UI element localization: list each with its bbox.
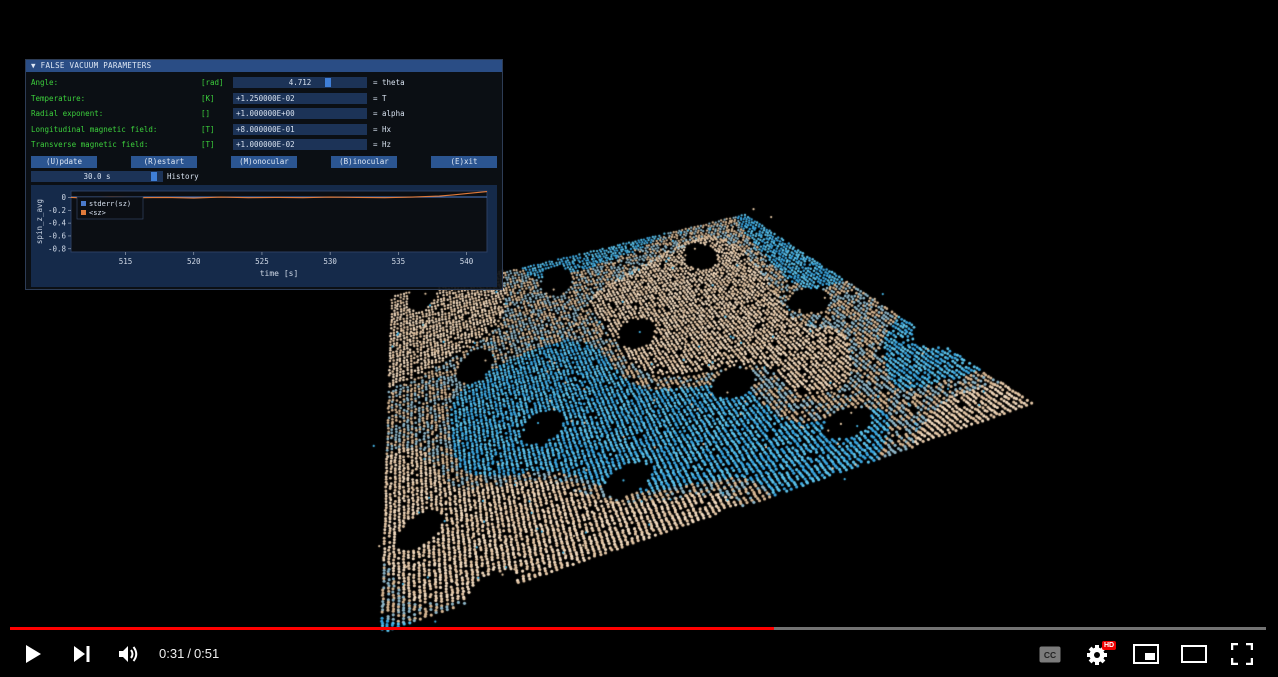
video-time: 0:31/0:51 <box>159 645 219 663</box>
theater-icon <box>1181 645 1207 663</box>
settings-button[interactable]: HD <box>1083 640 1117 668</box>
update-button[interactable]: (U)pdate <box>31 156 97 168</box>
param-unit: [K] <box>201 94 215 103</box>
y-tick-label: -0.2 <box>48 206 66 215</box>
x-tick-label: 515 <box>119 257 133 266</box>
param-row-longitudinal-field: Longitudinal magnetic field: [T] +8.0000… <box>31 124 499 135</box>
video-progress-played <box>10 627 774 630</box>
param-name: = theta <box>373 78 405 87</box>
plot-svg: 0 -0.2 -0.4 -0.6 -0.8 515 520 525 530 535 540 time … <box>35 190 488 278</box>
legend-entry: stderr(sz) <box>89 200 131 208</box>
hd-badge: HD <box>1102 641 1117 650</box>
angle-slider[interactable]: 4.712 <box>233 77 367 88</box>
x-tick-label: 530 <box>323 257 337 266</box>
x-tick-label: 520 <box>187 257 201 266</box>
slider-grab[interactable] <box>325 78 332 87</box>
next-button[interactable] <box>67 640 97 668</box>
miniplayer-button[interactable] <box>1131 640 1161 668</box>
param-label: Transverse magnetic field: <box>31 140 149 149</box>
param-row-temperature: Temperature: [K] +1.250000E-02 = T <box>31 93 499 104</box>
x-axis-label: time [s] <box>260 269 299 278</box>
param-name: = Hz <box>373 140 392 149</box>
param-label: Radial exponent: <box>31 109 104 118</box>
time-separator: / <box>187 646 191 661</box>
false-vacuum-parameters-panel: ▼ FALSE VACUUM PARAMETERS Angle: [rad] 4… <box>25 59 503 290</box>
param-label: Longitudinal magnetic field: <box>31 125 158 134</box>
slider-grab[interactable] <box>150 172 157 181</box>
action-buttons: (U)pdate (R)estart (M)onocular (B)inocul… <box>31 156 499 168</box>
video-progress-bar[interactable] <box>10 627 1266 630</box>
y-tick-label: -0.4 <box>48 219 67 228</box>
miniplayer-icon <box>1133 644 1159 664</box>
fullscreen-icon <box>1231 643 1253 665</box>
angle-value: 4.712 <box>288 78 312 87</box>
param-row-radial-exponent: Radial exponent: [] +1.000000E+00 = alph… <box>31 108 499 119</box>
exit-button[interactable]: (E)xit <box>431 156 497 168</box>
theater-mode-button[interactable] <box>1179 640 1209 668</box>
y-tick-label: -0.6 <box>48 231 67 240</box>
longitudinal-field-input[interactable]: +8.000000E-01 <box>233 124 367 135</box>
next-icon <box>74 646 90 662</box>
transverse-field-input[interactable]: +1.000000E-02 <box>233 139 367 150</box>
history-slider[interactable]: 30.0 s <box>31 171 163 182</box>
spin-average-plot: 0 -0.2 -0.4 -0.6 -0.8 515 520 525 530 535 540 time … <box>31 185 497 287</box>
temperature-input[interactable]: +1.250000E-02 <box>233 93 367 104</box>
monocular-button[interactable]: (M)onocular <box>231 156 297 168</box>
legend-entry: <sz> <box>89 209 106 217</box>
y-axis-label: spin_z_avg <box>35 199 44 244</box>
play-icon <box>26 645 41 663</box>
x-tick-label: 535 <box>392 257 406 266</box>
x-tick-label: 525 <box>255 257 269 266</box>
param-unit: [] <box>201 109 211 118</box>
x-tick-label: 540 <box>460 257 474 266</box>
panel-title[interactable]: ▼ FALSE VACUUM PARAMETERS <box>26 60 502 72</box>
duration: 0:51 <box>193 646 220 661</box>
legend-swatch <box>81 201 86 206</box>
param-unit: [T] <box>201 140 215 149</box>
param-unit: [rad] <box>201 78 224 87</box>
y-tick-label: -0.8 <box>48 244 67 253</box>
binocular-button[interactable]: (B)inocular <box>331 156 397 168</box>
play-button[interactable] <box>18 640 48 668</box>
volume-button[interactable] <box>114 640 144 668</box>
param-name: = T <box>373 94 387 103</box>
restart-button[interactable]: (R)estart <box>131 156 197 168</box>
history-label: History <box>167 172 199 181</box>
param-label: Angle: <box>31 78 59 87</box>
svg-text:CC: CC <box>1044 650 1056 660</box>
legend-swatch <box>81 210 86 215</box>
param-name: = Hx <box>373 125 392 134</box>
history-value: 30.0 s <box>83 172 111 181</box>
captions-icon: CC <box>1039 646 1061 662</box>
captions-button[interactable]: CC <box>1035 640 1065 668</box>
fullscreen-button[interactable] <box>1227 640 1257 668</box>
volume-icon <box>119 646 138 662</box>
current-time: 0:31 <box>159 646 185 661</box>
param-name: = alpha <box>373 109 405 118</box>
radial-exponent-input[interactable]: +1.000000E+00 <box>233 108 367 119</box>
param-unit: [T] <box>201 125 215 134</box>
param-label: Temperature: <box>31 94 86 103</box>
param-row-angle: Angle: [rad] 4.712 = theta <box>31 77 499 88</box>
param-row-transverse-field: Transverse magnetic field: [T] +1.000000… <box>31 139 499 150</box>
y-tick-label: 0 <box>61 193 66 202</box>
